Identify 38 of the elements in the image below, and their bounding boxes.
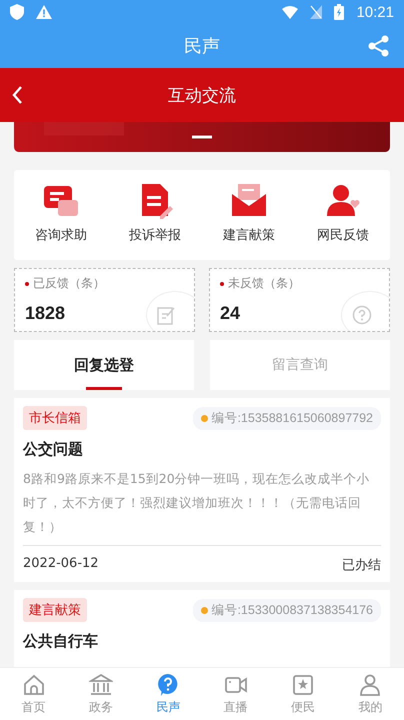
section-title: 互动交流	[168, 84, 236, 106]
category-tag: 建言献策	[23, 598, 87, 622]
category-label[interactable]: 咨询求助	[35, 226, 87, 244]
stat-label: 未反馈（条）	[228, 275, 300, 292]
person-icon	[358, 672, 382, 696]
bullet-icon	[220, 282, 224, 286]
bank-icon	[88, 672, 113, 696]
category-label[interactable]: 建言献策	[223, 226, 275, 244]
stat-value: 1828	[25, 303, 66, 324]
clock-time: 10:21	[356, 4, 394, 20]
shield-icon	[10, 4, 24, 20]
post-title[interactable]: 公共自行车	[23, 632, 381, 651]
category-label[interactable]: 网民反馈	[317, 226, 369, 244]
help-icon	[156, 672, 180, 696]
post-number: 编号:1533000837138354176	[193, 598, 381, 622]
page-title: 民声	[184, 35, 220, 58]
share-icon[interactable]	[368, 35, 390, 57]
stat-label: 已反馈（条）	[33, 275, 105, 292]
warning-icon	[36, 5, 52, 19]
category-label[interactable]: 投诉举报	[129, 226, 181, 244]
stat-value: 24	[220, 303, 240, 324]
home-icon	[22, 672, 46, 696]
tab[interactable]: 回复选登	[14, 340, 194, 390]
category-tag: 市长信箱	[23, 406, 87, 430]
question-icon	[352, 305, 372, 325]
post-text: 8路和9路原来不是15到20分钟一班吗，现在怎么改成半个小时了，太不方便了！强烈建议增加班次！！！（无需电话回复！）	[23, 470, 371, 536]
post-status: 已办结	[342, 557, 381, 574]
no-signal-icon	[310, 5, 322, 19]
wifi-icon	[282, 6, 298, 18]
post-date: 2022-06-12	[23, 556, 99, 573]
nav-tab[interactable]: 民声	[134, 668, 202, 720]
post-title[interactable]: 公交问题	[23, 440, 381, 459]
edit-icon	[157, 305, 177, 325]
back-icon[interactable]	[12, 86, 22, 104]
bullet-icon	[25, 282, 29, 286]
post-number: 编号:1535881615060897792	[193, 406, 381, 430]
star-card-icon	[290, 672, 315, 696]
battery-icon	[334, 4, 344, 20]
